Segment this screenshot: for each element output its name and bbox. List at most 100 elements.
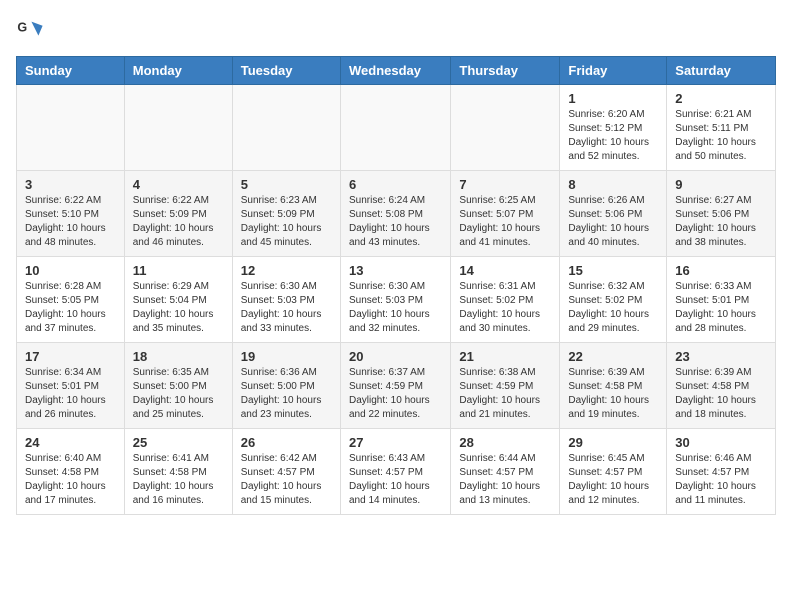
day-number: 26	[241, 435, 332, 450]
calendar-day-cell: 26Sunrise: 6:42 AM Sunset: 4:57 PM Dayli…	[232, 429, 340, 515]
page-header: G	[16, 16, 776, 44]
calendar-day-cell: 6 Sunrise: 6:24 AM Sunset: 5:08 PM Daylig…	[340, 171, 450, 257]
calendar-day-cell: 9 Sunrise: 6:27 AM Sunset: 5:06 PM Daylig…	[667, 171, 776, 257]
calendar-day-cell: 10 Sunrise: 6:28 AM Sunset: 5:05 PM Dayli…	[17, 257, 125, 343]
day-number: 4	[133, 177, 224, 192]
day-info: Sunrise: 6:44 AM Sunset: 4:57 PM Dayligh…	[459, 452, 551, 508]
calendar-day-cell: 18Sunrise: 6:35 AM Sunset: 5:00 PM Dayli…	[124, 343, 232, 429]
day-of-week-header: Wednesday	[340, 57, 450, 85]
day-number: 19	[241, 349, 332, 364]
calendar-week-row: 10 Sunrise: 6:28 AM Sunset: 5:05 PM Dayli…	[17, 257, 776, 343]
calendar-day-cell: 21 Sunrise: 6:38 AM Sunset: 4:59 PM Dayli…	[451, 343, 560, 429]
day-info: Sunrise: 6:20 AM Sunset: 5:12 PM Dayligh…	[568, 108, 658, 164]
day-info: Sunrise: 6:23 AM Sunset: 5:09 PM Dayligh…	[241, 194, 332, 250]
calendar-week-row: 3 Sunrise: 6:22 AM Sunset: 5:10 PM Daylig…	[17, 171, 776, 257]
calendar-week-row: 1 Sunrise: 6:20 AM Sunset: 5:12 PM Daylig…	[17, 85, 776, 171]
day-number: 25	[133, 435, 224, 450]
day-info: Sunrise: 6:33 AM Sunset: 5:01 PM Dayligh…	[675, 280, 767, 336]
day-info: Sunrise: 6:25 AM Sunset: 5:07 PM Dayligh…	[459, 194, 551, 250]
day-number: 11	[133, 263, 224, 278]
calendar-day-cell	[340, 85, 450, 171]
day-info: Sunrise: 6:46 AM Sunset: 4:57 PM Dayligh…	[675, 452, 767, 508]
calendar-day-cell: 22 Sunrise: 6:39 AM Sunset: 4:58 PM Dayli…	[560, 343, 667, 429]
day-number: 28	[459, 435, 551, 450]
day-info: Sunrise: 6:32 AM Sunset: 5:02 PM Dayligh…	[568, 280, 658, 336]
day-number: 16	[675, 263, 767, 278]
day-info: Sunrise: 6:30 AM Sunset: 5:03 PM Dayligh…	[241, 280, 332, 336]
day-number: 6	[349, 177, 442, 192]
calendar-day-cell: 27Sunrise: 6:43 AM Sunset: 4:57 PM Dayli…	[340, 429, 450, 515]
day-info: Sunrise: 6:36 AM Sunset: 5:00 PM Dayligh…	[241, 366, 332, 422]
day-info: Sunrise: 6:29 AM Sunset: 5:04 PM Dayligh…	[133, 280, 224, 336]
day-number: 13	[349, 263, 442, 278]
day-number: 3	[25, 177, 116, 192]
calendar-day-cell	[232, 85, 340, 171]
calendar-day-cell: 17Sunrise: 6:34 AM Sunset: 5:01 PM Dayli…	[17, 343, 125, 429]
calendar-day-cell: 11 Sunrise: 6:29 AM Sunset: 5:04 PM Dayli…	[124, 257, 232, 343]
day-info: Sunrise: 6:26 AM Sunset: 5:06 PM Dayligh…	[568, 194, 658, 250]
calendar-day-cell: 1 Sunrise: 6:20 AM Sunset: 5:12 PM Daylig…	[560, 85, 667, 171]
day-number: 21	[459, 349, 551, 364]
day-info: Sunrise: 6:30 AM Sunset: 5:03 PM Dayligh…	[349, 280, 442, 336]
day-info: Sunrise: 6:39 AM Sunset: 4:58 PM Dayligh…	[675, 366, 767, 422]
day-number: 23	[675, 349, 767, 364]
day-number: 22	[568, 349, 658, 364]
day-number: 8	[568, 177, 658, 192]
day-number: 14	[459, 263, 551, 278]
day-number: 9	[675, 177, 767, 192]
day-info: Sunrise: 6:43 AM Sunset: 4:57 PM Dayligh…	[349, 452, 442, 508]
day-info: Sunrise: 6:37 AM Sunset: 4:59 PM Dayligh…	[349, 366, 442, 422]
calendar-day-cell: 19 Sunrise: 6:36 AM Sunset: 5:00 PM Dayli…	[232, 343, 340, 429]
day-info: Sunrise: 6:45 AM Sunset: 4:57 PM Dayligh…	[568, 452, 658, 508]
day-info: Sunrise: 6:41 AM Sunset: 4:58 PM Dayligh…	[133, 452, 224, 508]
calendar-day-cell: 12 Sunrise: 6:30 AM Sunset: 5:03 PM Dayli…	[232, 257, 340, 343]
day-number: 24	[25, 435, 116, 450]
calendar-day-cell: 15 Sunrise: 6:32 AM Sunset: 5:02 PM Dayli…	[560, 257, 667, 343]
day-of-week-header: Saturday	[667, 57, 776, 85]
day-number: 7	[459, 177, 551, 192]
day-info: Sunrise: 6:27 AM Sunset: 5:06 PM Dayligh…	[675, 194, 767, 250]
day-info: Sunrise: 6:21 AM Sunset: 5:11 PM Dayligh…	[675, 108, 767, 164]
calendar-week-row: 17Sunrise: 6:34 AM Sunset: 5:01 PM Dayli…	[17, 343, 776, 429]
calendar-day-cell: 25 Sunrise: 6:41 AM Sunset: 4:58 PM Dayli…	[124, 429, 232, 515]
calendar-table: SundayMondayTuesdayWednesdayThursdayFrid…	[16, 56, 776, 515]
day-info: Sunrise: 6:22 AM Sunset: 5:10 PM Dayligh…	[25, 194, 116, 250]
calendar-day-cell: 7 Sunrise: 6:25 AM Sunset: 5:07 PM Daylig…	[451, 171, 560, 257]
calendar-day-cell	[17, 85, 125, 171]
day-of-week-header: Tuesday	[232, 57, 340, 85]
calendar-day-cell: 16 Sunrise: 6:33 AM Sunset: 5:01 PM Dayli…	[667, 257, 776, 343]
calendar-day-cell: 14 Sunrise: 6:31 AM Sunset: 5:02 PM Dayli…	[451, 257, 560, 343]
calendar-week-row: 24 Sunrise: 6:40 AM Sunset: 4:58 PM Dayli…	[17, 429, 776, 515]
day-number: 12	[241, 263, 332, 278]
calendar-day-cell: 28 Sunrise: 6:44 AM Sunset: 4:57 PM Dayli…	[451, 429, 560, 515]
calendar-day-cell: 24 Sunrise: 6:40 AM Sunset: 4:58 PM Dayli…	[17, 429, 125, 515]
day-info: Sunrise: 6:34 AM Sunset: 5:01 PM Dayligh…	[25, 366, 116, 422]
calendar-day-cell: 20 Sunrise: 6:37 AM Sunset: 4:59 PM Dayli…	[340, 343, 450, 429]
day-info: Sunrise: 6:24 AM Sunset: 5:08 PM Dayligh…	[349, 194, 442, 250]
day-of-week-header: Friday	[560, 57, 667, 85]
logo: G	[16, 16, 48, 44]
calendar-day-cell: 2 Sunrise: 6:21 AM Sunset: 5:11 PM Daylig…	[667, 85, 776, 171]
day-info: Sunrise: 6:22 AM Sunset: 5:09 PM Dayligh…	[133, 194, 224, 250]
calendar-day-cell: 4 Sunrise: 6:22 AM Sunset: 5:09 PM Daylig…	[124, 171, 232, 257]
day-info: Sunrise: 6:28 AM Sunset: 5:05 PM Dayligh…	[25, 280, 116, 336]
day-number: 1	[568, 91, 658, 106]
day-number: 29	[568, 435, 658, 450]
day-info: Sunrise: 6:39 AM Sunset: 4:58 PM Dayligh…	[568, 366, 658, 422]
calendar-day-cell: 3 Sunrise: 6:22 AM Sunset: 5:10 PM Daylig…	[17, 171, 125, 257]
svg-text:G: G	[17, 20, 27, 34]
day-of-week-header: Thursday	[451, 57, 560, 85]
day-number: 15	[568, 263, 658, 278]
day-of-week-header: Monday	[124, 57, 232, 85]
calendar-day-cell: 13 Sunrise: 6:30 AM Sunset: 5:03 PM Dayli…	[340, 257, 450, 343]
day-info: Sunrise: 6:40 AM Sunset: 4:58 PM Dayligh…	[25, 452, 116, 508]
day-number: 2	[675, 91, 767, 106]
day-number: 5	[241, 177, 332, 192]
calendar-day-cell: 29 Sunrise: 6:45 AM Sunset: 4:57 PM Dayli…	[560, 429, 667, 515]
day-info: Sunrise: 6:38 AM Sunset: 4:59 PM Dayligh…	[459, 366, 551, 422]
calendar-day-cell: 23 Sunrise: 6:39 AM Sunset: 4:58 PM Dayli…	[667, 343, 776, 429]
day-number: 30	[675, 435, 767, 450]
day-number: 20	[349, 349, 442, 364]
day-info: Sunrise: 6:31 AM Sunset: 5:02 PM Dayligh…	[459, 280, 551, 336]
day-number: 10	[25, 263, 116, 278]
